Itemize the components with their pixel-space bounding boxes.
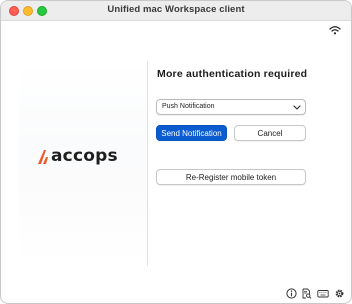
wifi-icon (329, 26, 341, 35)
keyboard-icon[interactable] (317, 288, 329, 299)
reregister-mobile-token-button[interactable]: Re-Register mobile token (156, 169, 306, 185)
title-bar: Unified mac Workspace client (1, 1, 351, 21)
info-icon[interactable] (286, 288, 297, 299)
auth-method-value: Push Notification (162, 103, 215, 110)
gear-icon[interactable] (334, 288, 345, 299)
cancel-button[interactable]: Cancel (234, 125, 306, 141)
window-title: Unified mac Workspace client (107, 4, 245, 15)
auth-heading: More authentication required (157, 68, 308, 80)
app-window: Unified mac Workspace client accops More… (0, 0, 352, 304)
pane-divider (147, 61, 148, 266)
doc-search-icon[interactable] (301, 288, 312, 299)
logo-text: accops (51, 146, 118, 166)
accops-logo-mark-icon (38, 149, 48, 164)
accops-logo: accops (37, 148, 118, 165)
chevron-down-icon (293, 105, 301, 110)
send-notification-button[interactable]: Send Notification (156, 125, 227, 141)
auth-method-select[interactable]: Push Notification (156, 99, 306, 115)
